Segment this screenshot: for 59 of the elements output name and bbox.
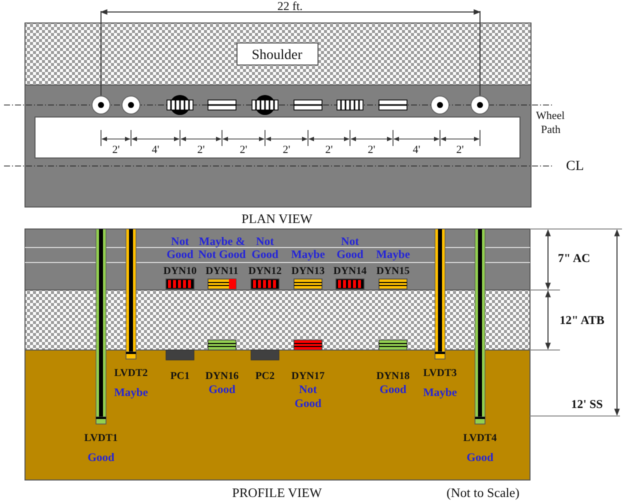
spacing-label: 2' (368, 144, 376, 156)
gauge-label: DYN15 (376, 266, 410, 277)
spacing-label: 2' (325, 144, 333, 156)
gauge-label: DYN13 (291, 266, 325, 277)
lvdt-label: LVDT1 (84, 433, 118, 444)
striped-circle-icon (166, 95, 194, 115)
gauge-label: DYN12 (248, 266, 282, 277)
status-label: Not Good (294, 384, 322, 410)
status-label: Not Good (166, 236, 194, 261)
spacing-label: 2' (112, 144, 120, 156)
double-bar-icon (378, 100, 408, 110)
plan-view-title: PLAN VIEW (242, 211, 312, 226)
pressure-cell (250, 350, 280, 360)
wheel-path-label: Wheel Path (536, 110, 565, 136)
lvdt-label: LVDT3 (423, 368, 457, 379)
shoulder-label: Shoulder (252, 48, 302, 63)
double-bar-icon (294, 100, 322, 110)
striped-bar-icon (336, 100, 364, 110)
spacing-label: 2' (282, 144, 290, 156)
pressure-cell (166, 350, 194, 360)
ring-marker-icon (122, 96, 140, 114)
status-label: Maybe (423, 387, 457, 399)
profile-view-title: PROFILE VIEW (232, 485, 322, 500)
spacing-label: 2' (197, 144, 205, 156)
status-label: Good (88, 452, 114, 464)
dimension-label: 22 ft. (277, 0, 303, 13)
gauge-label: PC1 (170, 371, 190, 382)
scale-note: (Not to Scale) (446, 485, 520, 500)
gauge-label: DYN14 (333, 266, 367, 277)
layer-label: 12" ATB (560, 313, 604, 327)
gauge-label: DYN17 (291, 371, 325, 382)
status-label: Maybe (114, 387, 148, 399)
lvdt-label: LVDT4 (463, 433, 497, 444)
double-bar-icon (208, 100, 236, 110)
status-label: Maybe (376, 249, 410, 261)
spacing-label: 4' (152, 144, 160, 156)
spacing-label: 2' (456, 144, 464, 156)
gauge-label: DYN11 (206, 266, 238, 277)
status-label: Good (208, 384, 236, 396)
ring-marker-icon (470, 96, 490, 114)
status-label: Good (380, 384, 406, 396)
gauge-label: DYN18 (376, 371, 410, 382)
status-label: Maybe (291, 249, 325, 261)
status-label: Maybe & Not Good (198, 236, 246, 261)
status-label: Not Good (336, 236, 364, 261)
spacing-label: 4' (412, 144, 420, 156)
ring-marker-icon (430, 96, 450, 114)
layer-label: 7" AC (558, 251, 590, 265)
gauge-label: DYN16 (205, 371, 239, 382)
striped-circle-icon (252, 95, 278, 115)
status-label: Good (466, 452, 494, 464)
centerline-label: CL (566, 159, 584, 174)
ring-marker-icon (92, 96, 110, 114)
spacing-label: 2' (240, 144, 248, 156)
gauge-label: DYN10 (163, 266, 197, 277)
lvdt-label: LVDT2 (114, 368, 148, 379)
status-label: Not Good (252, 236, 278, 261)
gauge-label: PC2 (255, 371, 275, 382)
layer-label: 12' SS (571, 397, 603, 411)
